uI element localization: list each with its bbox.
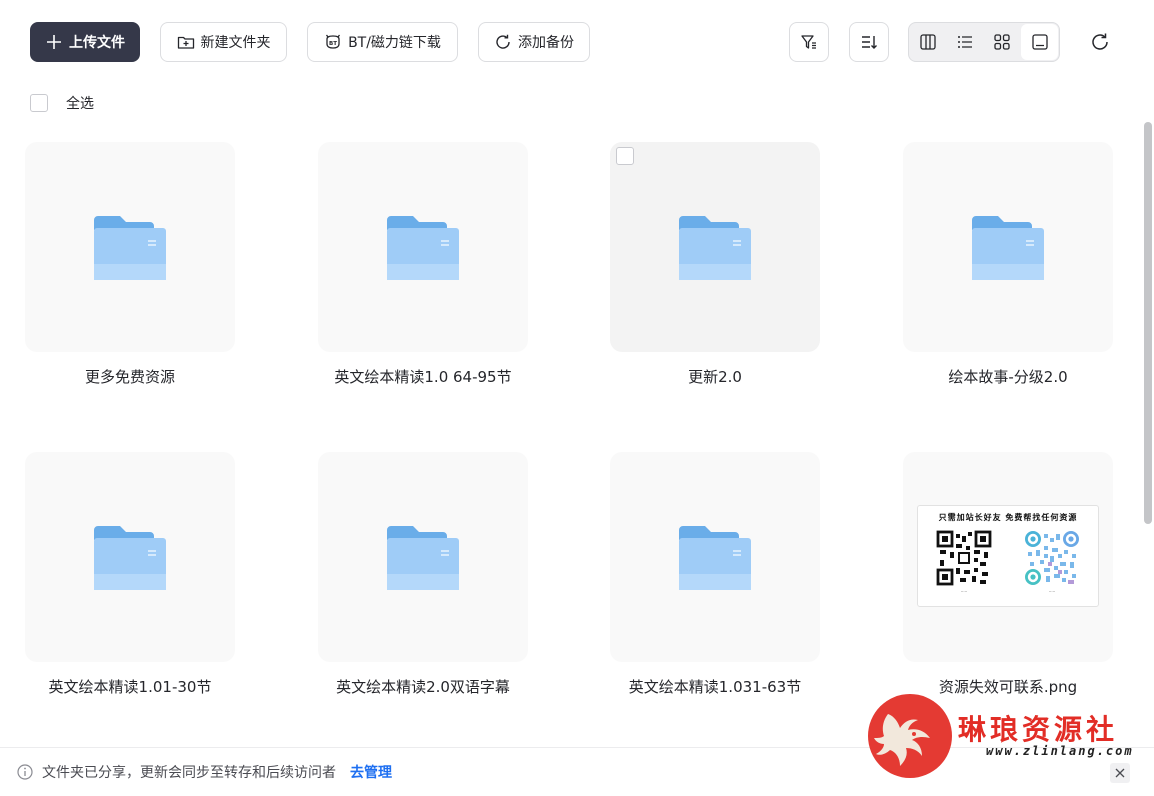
bt-download-button-label: BT/磁力链下载	[348, 35, 441, 51]
info-icon	[17, 764, 33, 780]
upload-button-label: 上传文件	[69, 35, 125, 51]
watermark-title: 琳琅资源社	[958, 713, 1119, 746]
scrollbar-thumb[interactable]	[1144, 122, 1152, 524]
folder-plus-icon	[177, 36, 194, 49]
folder-icon	[387, 216, 459, 280]
file-card[interactable]	[25, 142, 235, 352]
file-card[interactable]	[903, 142, 1113, 352]
watermark-url: www.zlinlang.com	[986, 744, 1134, 758]
view-column-button[interactable]	[909, 23, 946, 61]
select-all-label: 全选	[66, 96, 94, 112]
qr-caption: ·····	[1048, 589, 1056, 594]
qr-caption: ·····	[960, 589, 968, 594]
file-name[interactable]: 英文绘本精读1.01-30节	[0, 676, 260, 697]
add-backup-button-label: 添加备份	[518, 35, 574, 51]
qr-code-icon	[1024, 530, 1080, 586]
file-name[interactable]: 英文绘本精读1.0 64-95节	[293, 366, 553, 387]
grid-icon	[993, 34, 1010, 50]
view-mode-group	[908, 22, 1060, 62]
add-backup-button[interactable]: 添加备份	[478, 22, 590, 62]
dragon-icon	[874, 714, 930, 766]
file-card[interactable]	[25, 452, 235, 662]
view-grid-button[interactable]	[983, 23, 1020, 61]
thumbnail-text: 只需加站长好友 免费帮找任何资源	[938, 513, 1078, 522]
refresh-button[interactable]	[1084, 22, 1116, 62]
new-folder-button-label: 新建文件夹	[200, 35, 271, 51]
file-card[interactable]	[610, 142, 820, 352]
new-folder-button[interactable]: 新建文件夹	[160, 22, 287, 62]
watermark: 琳琅资源社 www.zlinlang.com	[868, 694, 1138, 780]
folder-icon	[972, 216, 1044, 280]
list-icon	[957, 36, 972, 48]
columns-icon	[919, 34, 936, 50]
file-name[interactable]: 英文绘本精读1.031-63节	[585, 676, 845, 697]
bt-icon: BT	[326, 34, 341, 49]
file-card[interactable]	[318, 142, 528, 352]
file-checkbox[interactable]	[616, 147, 634, 165]
toolbar: 上传文件 新建文件夹 BT BT/磁力链下载 添加备份	[30, 22, 1124, 62]
file-card[interactable]: 只需加站长好友 免费帮找任何资源 ····· ·····	[903, 452, 1113, 662]
plus-icon	[47, 35, 61, 49]
folder-icon	[679, 526, 751, 590]
file-name[interactable]: 更新2.0	[585, 366, 845, 387]
thumbnail-icon	[1031, 34, 1048, 50]
folder-icon	[94, 526, 166, 590]
view-thumbnail-button[interactable]	[1021, 24, 1058, 60]
sort-icon	[862, 36, 877, 49]
image-thumbnail: 只需加站长好友 免费帮找任何资源 ····· ·····	[917, 505, 1099, 607]
qr-code-icon	[936, 530, 992, 586]
manage-link[interactable]: 去管理	[350, 762, 392, 782]
upload-button[interactable]: 上传文件	[30, 22, 140, 62]
sort-button[interactable]	[849, 22, 889, 62]
refresh-icon	[1092, 33, 1108, 50]
watermark-logo	[868, 694, 952, 778]
select-all[interactable]: 全选	[30, 93, 94, 113]
file-card[interactable]	[610, 452, 820, 662]
filter-button[interactable]	[789, 22, 829, 62]
svg-text:BT: BT	[329, 41, 337, 47]
sync-icon	[496, 34, 510, 49]
filter-icon	[801, 35, 816, 49]
file-name[interactable]: 英文绘本精读2.0双语字幕	[293, 676, 553, 697]
folder-icon	[679, 216, 751, 280]
view-list-button[interactable]	[946, 23, 983, 61]
file-name[interactable]: 更多免费资源	[0, 366, 260, 387]
file-name[interactable]: 绘本故事-分级2.0	[878, 366, 1138, 387]
file-card[interactable]	[318, 452, 528, 662]
share-notice-text: 文件夹已分享，更新会同步至转存和后续访问者	[42, 765, 336, 781]
select-all-checkbox[interactable]	[30, 94, 48, 112]
folder-icon	[387, 526, 459, 590]
bt-download-button[interactable]: BT BT/磁力链下载	[307, 22, 458, 62]
folder-icon	[94, 216, 166, 280]
